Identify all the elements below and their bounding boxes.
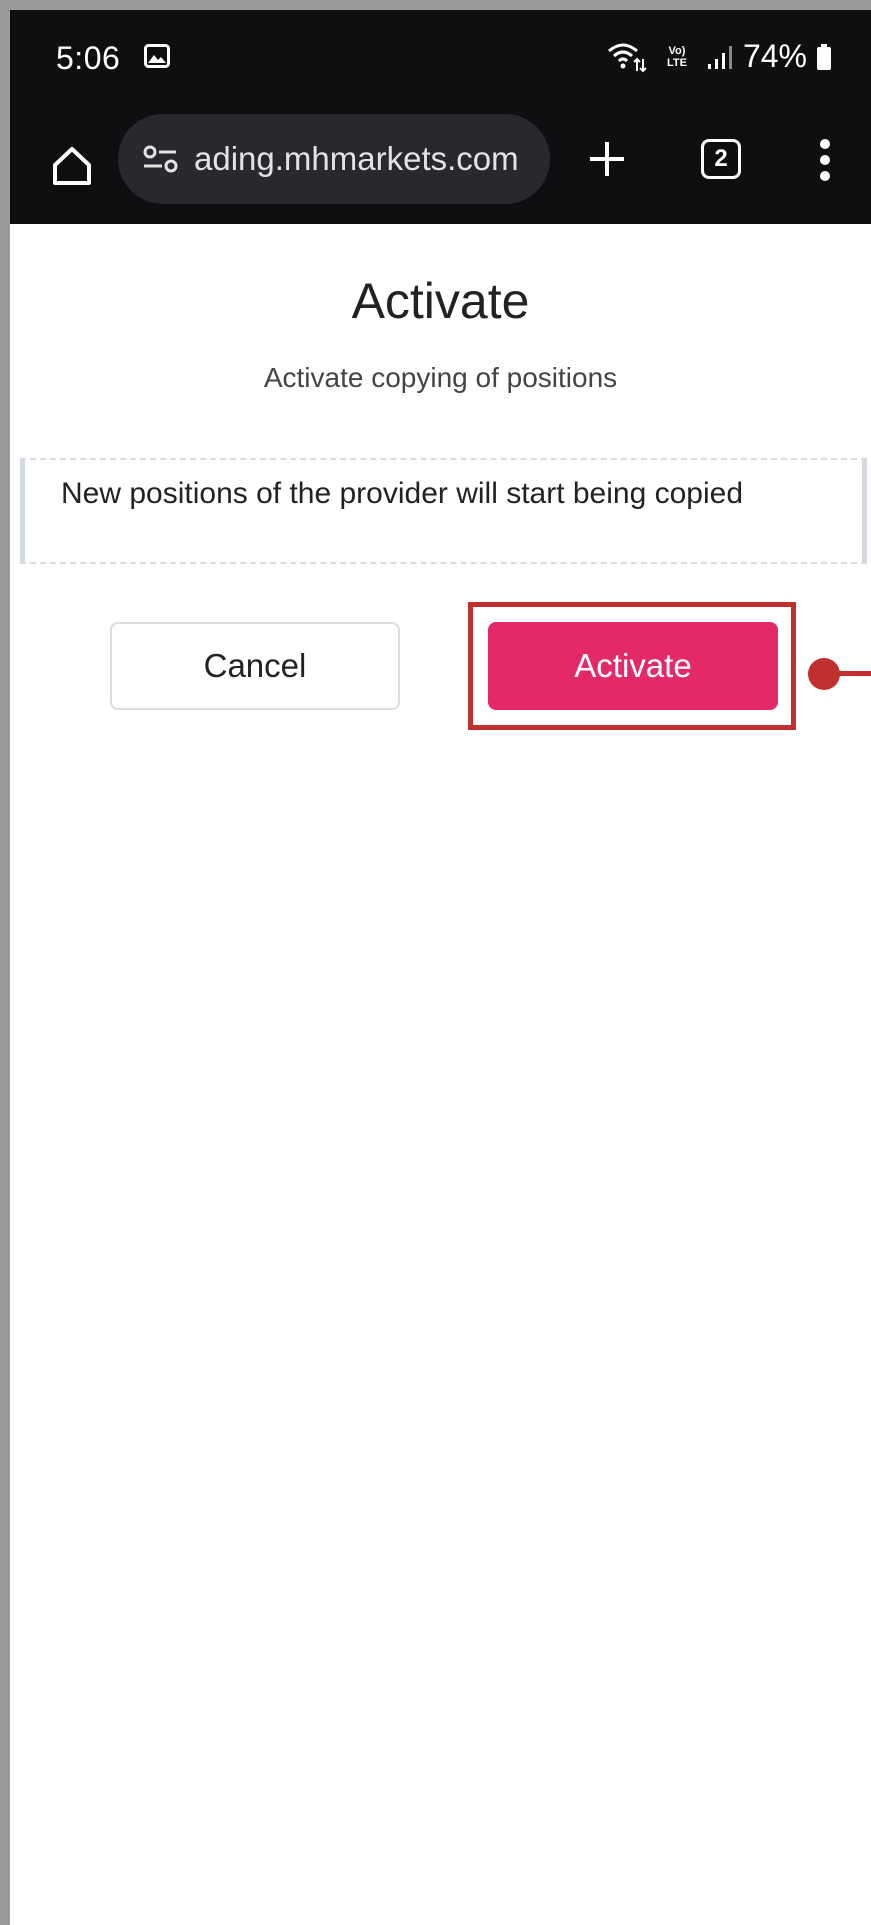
network-lte-label: LTE	[666, 56, 687, 69]
screen: 5:06 Vo) LTE 74% ading.mhmarkets.com 2 A…	[10, 10, 871, 1925]
tabs-button[interactable]: 2	[696, 134, 746, 184]
battery-percent: 74%	[742, 38, 807, 74]
activate-button[interactable]: Activate	[488, 622, 778, 710]
tab-count: 2	[714, 145, 728, 172]
new-tab-button[interactable]	[582, 134, 632, 184]
status-time: 5:06	[56, 40, 121, 76]
plus-icon	[590, 142, 624, 176]
url-text[interactable]: ading.mhmarkets.com	[194, 140, 519, 178]
status-indicators: Vo) LTE 74%	[607, 38, 831, 75]
tabs-icon: 2	[701, 139, 741, 179]
network-volte-label: Vo)	[668, 44, 686, 57]
notice-box: New positions of the provider will start…	[20, 458, 867, 564]
home-icon	[53, 147, 91, 185]
address-bar[interactable]: ading.mhmarkets.com	[118, 114, 550, 204]
site-settings-icon[interactable]	[142, 144, 180, 174]
dialog-title: Activate	[351, 273, 530, 329]
notice-text: New positions of the provider will start…	[61, 477, 744, 510]
status-bar: 5:06 Vo) LTE 74%	[10, 10, 871, 110]
more-vert-icon	[820, 139, 830, 181]
cancel-button[interactable]: Cancel	[110, 622, 400, 710]
battery-icon	[817, 43, 831, 70]
more-menu-button[interactable]	[810, 132, 840, 188]
signal-icon	[707, 45, 732, 69]
volte-icon: Vo) LTE	[657, 41, 697, 73]
browser-toolbar: ading.mhmarkets.com 2	[10, 110, 871, 224]
home-button[interactable]	[44, 138, 100, 194]
gallery-icon	[144, 44, 170, 68]
annotation-pointer-line	[836, 671, 871, 676]
dialog-subtitle: Activate copying of positions	[263, 362, 618, 393]
wifi-icon	[607, 43, 647, 72]
